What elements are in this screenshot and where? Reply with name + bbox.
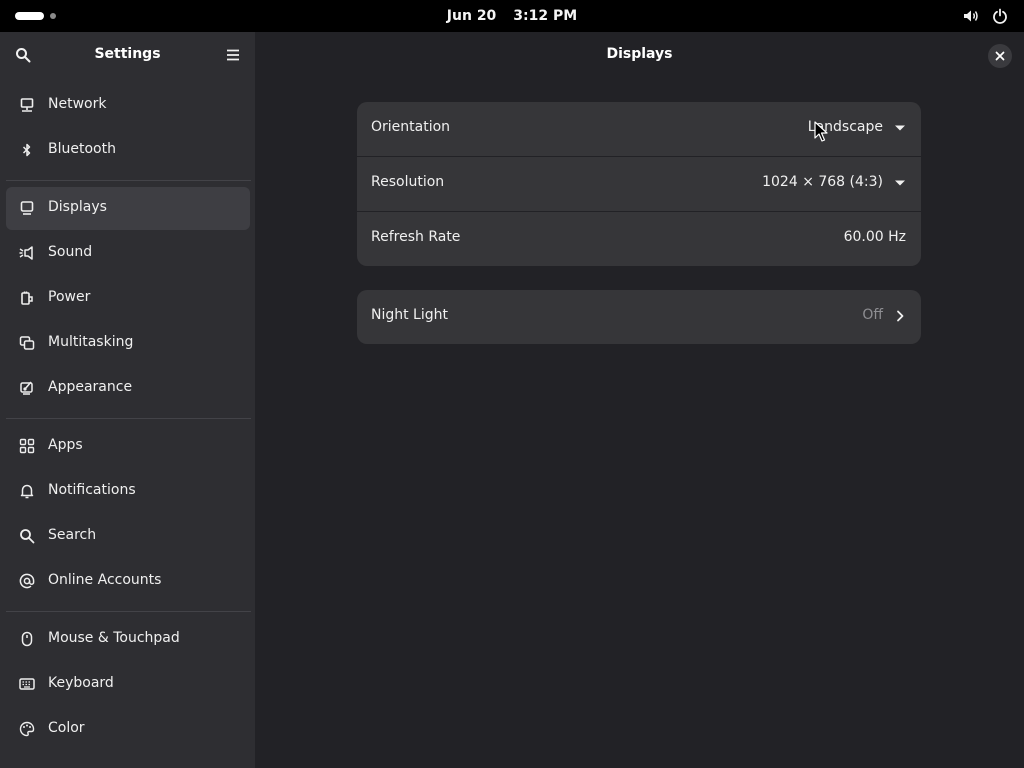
sidebar-item-displays[interactable]: Displays <box>6 187 250 230</box>
orientation-row[interactable]: Orientation Landscape <box>357 102 921 157</box>
sidebar-item-multitasking[interactable]: Multitasking <box>6 322 250 365</box>
sidebar-item-online-accounts[interactable]: Online Accounts <box>6 560 250 603</box>
network-icon <box>20 98 34 112</box>
night-light-label: Night Light <box>371 307 448 323</box>
dropdown-arrow-icon <box>895 125 905 131</box>
sidebar-item-label: Mouse & Touchpad <box>48 630 180 646</box>
close-icon <box>995 51 1005 61</box>
sidebar-separator <box>6 611 251 612</box>
sidebar-item-label: Search <box>48 527 97 543</box>
sidebar-item-label: Multitasking <box>48 334 134 350</box>
sidebar-separator <box>6 418 251 419</box>
sidebar: Settings Network Bluetooth Displays Soun… <box>0 32 255 768</box>
bell-icon <box>20 484 34 499</box>
sidebar-item-label: Online Accounts <box>48 572 162 588</box>
sidebar-item-label: Color <box>48 720 85 736</box>
sidebar-item-apps[interactable]: Apps <box>6 425 250 468</box>
appearance-icon <box>20 381 33 395</box>
resolution-row[interactable]: Resolution 1024 × 768 (4:3) <box>357 157 921 212</box>
refresh-rate-value: 60.00 Hz <box>843 229 906 245</box>
date-label: Jun 20 <box>446 8 497 24</box>
search-icon <box>20 529 35 544</box>
sidebar-title: Settings <box>94 46 161 62</box>
sidebar-item-network[interactable]: Network <box>6 84 250 127</box>
apps-grid-icon <box>19 438 35 454</box>
sidebar-header: Settings <box>0 32 255 78</box>
sidebar-item-search[interactable]: Search <box>6 515 250 558</box>
keyboard-icon <box>19 678 35 690</box>
sidebar-item-label: Appearance <box>48 379 133 395</box>
sidebar-item-keyboard[interactable]: Keyboard <box>6 663 250 706</box>
night-light-value: Off <box>862 307 883 323</box>
sidebar-separator <box>6 180 251 181</box>
time-label: 3:12 PM <box>513 8 578 24</box>
display-settings-card: Orientation Landscape Resolution 1024 × … <box>357 102 921 266</box>
sidebar-item-color[interactable]: Color <box>6 708 250 751</box>
at-sign-icon <box>19 573 35 589</box>
sidebar-item-label: Network <box>48 96 107 112</box>
volume-icon[interactable] <box>963 8 979 24</box>
close-button[interactable] <box>988 44 1012 68</box>
sidebar-item-label: Notifications <box>48 482 136 498</box>
sidebar-item-bluetooth[interactable]: Bluetooth <box>6 129 250 172</box>
sidebar-item-label: Power <box>48 289 91 305</box>
power-icon[interactable] <box>992 8 1008 24</box>
orientation-label: Orientation <box>371 119 451 135</box>
night-light-row[interactable]: Night Light Off <box>357 290 921 344</box>
page-title: Displays <box>606 46 673 62</box>
main-content: Displays Orientation Landscape Resolutio… <box>255 32 1024 768</box>
sidebar-item-label: Displays <box>48 199 107 215</box>
refresh-rate-row: Refresh Rate 60.00 Hz <box>357 212 921 266</box>
resolution-value: 1024 × 768 (4:3) <box>762 174 883 190</box>
sidebar-item-label: Sound <box>48 244 93 260</box>
top-bar: Jun 20 3:12 PM <box>0 0 1024 32</box>
mouse-icon <box>21 631 33 647</box>
night-light-card[interactable]: Night Light Off <box>357 290 921 344</box>
mouse-pointer-icon <box>814 121 828 142</box>
sidebar-item-label: Keyboard <box>48 675 114 691</box>
sidebar-item-appearance[interactable]: Appearance <box>6 367 250 410</box>
color-palette-icon <box>19 721 35 737</box>
bluetooth-icon <box>22 143 31 157</box>
refresh-rate-label: Refresh Rate <box>371 229 461 245</box>
chevron-right-icon <box>897 310 904 322</box>
sidebar-item-mouse-touchpad[interactable]: Mouse & Touchpad <box>6 618 250 661</box>
display-icon <box>20 201 34 215</box>
sidebar-item-sound[interactable]: Sound <box>6 232 250 275</box>
sound-icon <box>19 246 33 260</box>
sidebar-item-notifications[interactable]: Notifications <box>6 470 250 513</box>
sidebar-item-label: Apps <box>48 437 83 453</box>
clock[interactable]: Jun 20 3:12 PM <box>0 0 1024 32</box>
multitasking-icon <box>19 336 35 350</box>
power-plug-icon <box>21 291 33 305</box>
dropdown-arrow-icon <box>895 180 905 186</box>
sidebar-item-power[interactable]: Power <box>6 277 250 320</box>
hamburger-menu-icon[interactable] <box>225 47 241 63</box>
sidebar-item-label: Bluetooth <box>48 141 116 157</box>
resolution-label: Resolution <box>371 174 445 190</box>
